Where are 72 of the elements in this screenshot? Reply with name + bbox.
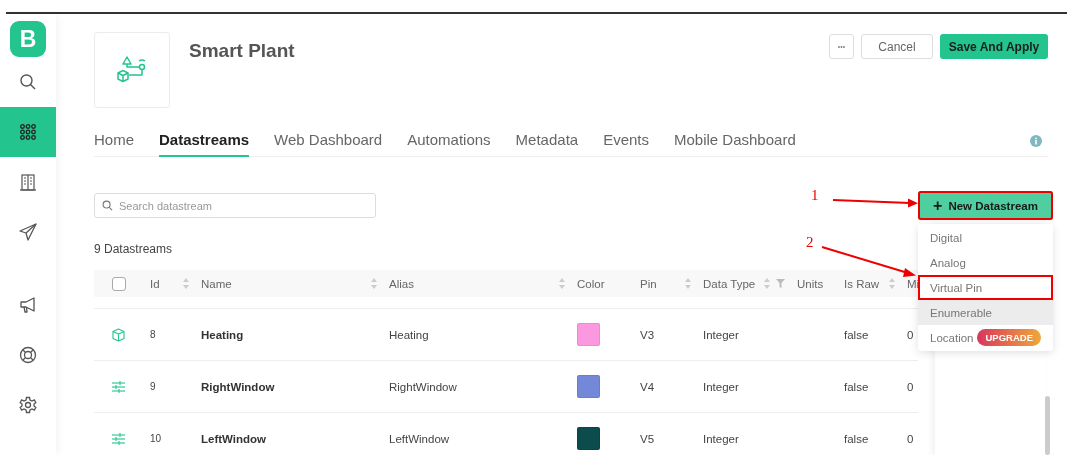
data-type-cell: Integer	[703, 380, 739, 393]
step-number: 1	[811, 187, 819, 204]
column-header: Name	[201, 277, 232, 290]
search-field[interactable]: Search datastream	[94, 193, 376, 218]
cancel-button[interactable]: Cancel	[861, 34, 933, 59]
upgrade-badge[interactable]: UPGRADE	[977, 329, 1041, 346]
lifebuoy-icon	[19, 346, 37, 364]
menu-item[interactable]: Enumerable	[918, 300, 1053, 325]
min-cell: 0	[907, 380, 914, 393]
alias-cell: RightWindow	[389, 380, 457, 393]
sort-icon[interactable]	[183, 278, 189, 289]
alias-cell: LeftWindow	[389, 432, 450, 445]
product-title: Smart Plant	[189, 40, 295, 62]
tab[interactable]: Metadata	[515, 126, 579, 157]
is-raw-cell: false	[844, 432, 869, 445]
is-raw-cell: false	[844, 380, 869, 393]
select-all-checkbox[interactable]	[112, 276, 126, 291]
pin-cell: V4	[640, 380, 655, 393]
tab[interactable]: Web Dashboard	[274, 126, 383, 157]
menu-item[interactable]: Analog	[918, 250, 1053, 275]
grid-icon	[20, 124, 36, 140]
data-type-cell: Integer	[703, 328, 739, 341]
scrollbar[interactable]	[1045, 396, 1050, 455]
column-header: Units	[797, 277, 824, 290]
tab[interactable]: Datastreams	[159, 126, 250, 157]
id-cell: 8	[150, 329, 156, 340]
min-cell: 0	[907, 328, 914, 341]
min-cell: 0	[907, 432, 914, 445]
megaphone-icon	[19, 296, 37, 314]
tab[interactable]: Events	[603, 126, 649, 157]
tab[interactable]: Automations	[407, 126, 491, 157]
search-icon	[19, 73, 37, 91]
save-button[interactable]: Save And Apply	[940, 34, 1048, 59]
sort-icon[interactable]	[889, 278, 895, 289]
is-raw-cell: false	[844, 328, 869, 341]
alias-cell: Heating	[389, 328, 429, 341]
tab[interactable]: Home	[94, 126, 134, 157]
sliders-icon	[112, 380, 125, 393]
sort-icon[interactable]	[371, 278, 377, 289]
sidebar-item[interactable]	[0, 107, 56, 157]
name-cell: Heating	[201, 328, 244, 341]
column-header: Alias	[389, 277, 414, 290]
id-cell: 10	[150, 433, 162, 444]
menu-item[interactable]: Location UPGRADE	[918, 325, 1053, 350]
paper-plane-icon	[19, 223, 37, 241]
sort-icon[interactable]	[559, 278, 565, 289]
menu-item[interactable]: Virtual Pin	[918, 275, 1053, 300]
settings-icon	[19, 396, 37, 414]
name-cell: LeftWindow	[201, 432, 267, 445]
pin-cell: V3	[640, 328, 655, 341]
column-header: Data Type	[703, 277, 756, 290]
id-cell: 9	[150, 381, 156, 392]
sort-icon[interactable]	[685, 278, 691, 289]
search-icon	[102, 200, 113, 211]
column-header: Color	[577, 277, 605, 290]
new-datastream-button[interactable]: + New Datastream	[918, 191, 1053, 220]
menu-item[interactable]: Digital	[918, 225, 1053, 250]
sliders-icon	[112, 432, 125, 445]
column-header: Id	[150, 277, 160, 290]
step-number: 2	[806, 234, 814, 251]
pin-cell: V5	[640, 432, 655, 445]
column-header: Pin	[640, 277, 657, 290]
info-icon[interactable]	[1030, 135, 1042, 147]
building-icon	[20, 173, 36, 191]
name-cell: RightWindow	[201, 380, 275, 393]
tab[interactable]: Mobile Dashboard	[674, 126, 796, 157]
column-header: Is Raw	[844, 277, 880, 290]
data-type-cell: Integer	[703, 432, 739, 445]
sort-icon[interactable]	[764, 278, 770, 289]
filter-icon[interactable]	[776, 279, 785, 288]
cube-icon	[112, 327, 125, 342]
column-header: Mi	[907, 277, 918, 290]
